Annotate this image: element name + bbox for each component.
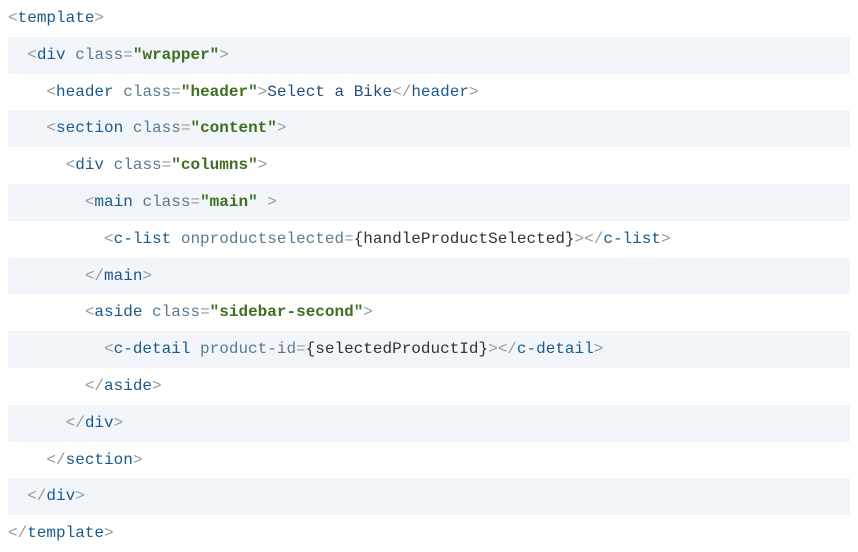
code-line: <c-detail product-id={selectedProductId}…: [8, 331, 850, 368]
code-line: <template>: [8, 0, 850, 37]
code-block: <template> <div class="wrapper"> <header…: [0, 0, 858, 552]
code-line: </aside>: [8, 368, 850, 405]
code-line: <aside class="sidebar-second">: [8, 294, 850, 331]
code-line: <main class="main" >: [8, 184, 850, 221]
code-line: </section>: [8, 442, 850, 479]
code-line: </template>: [8, 515, 850, 552]
code-line: </main>: [8, 258, 850, 295]
code-line: <div class="columns">: [8, 147, 850, 184]
code-line: </div>: [8, 478, 850, 515]
code-line: <c-list onproductselected={handleProduct…: [8, 221, 850, 258]
code-line: <div class="wrapper">: [8, 37, 850, 74]
code-line: </div>: [8, 405, 850, 442]
code-line: <section class="content">: [8, 110, 850, 147]
code-line: <header class="header">Select a Bike</he…: [8, 74, 850, 111]
